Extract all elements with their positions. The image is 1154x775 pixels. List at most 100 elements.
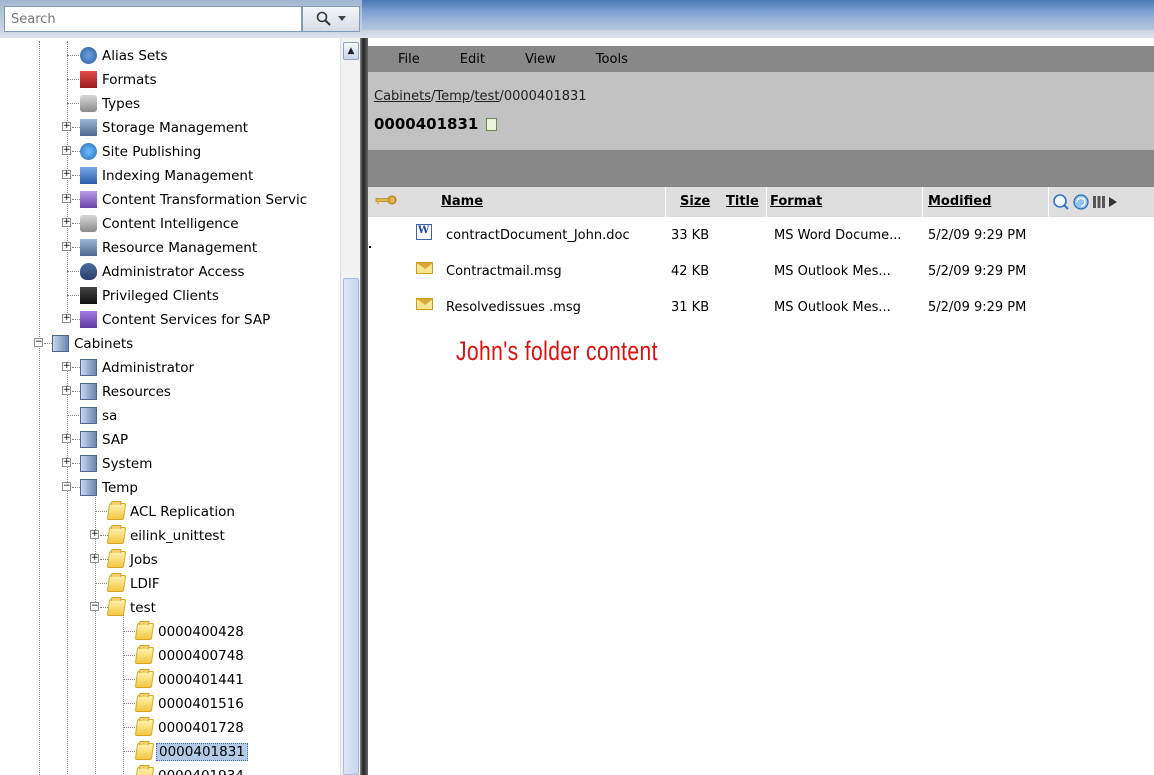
tree-item-sa[interactable]: sa	[80, 404, 119, 427]
expand-icon[interactable]: +	[62, 218, 71, 227]
chevron-down-icon[interactable]	[338, 16, 346, 22]
breadcrumb-cabinets[interactable]: Cabinets	[374, 89, 431, 104]
tree-item-eilink-unittest[interactable]: eilink_unittest	[106, 524, 227, 547]
navigation-tree: Alias Sets Formats Types + Storage Manag…	[0, 38, 362, 775]
word-document-icon	[416, 224, 432, 240]
column-modified[interactable]: Modified	[928, 194, 991, 209]
tree-item-folder[interactable]: 0000401516	[134, 692, 246, 715]
tree-item-folder-selected[interactable]: 0000401831	[134, 740, 248, 763]
expand-icon[interactable]: +	[62, 458, 71, 467]
scrollbar-thumb[interactable]	[343, 278, 359, 775]
formats-icon	[80, 71, 97, 88]
folder-icon	[134, 695, 155, 712]
menu-edit[interactable]: Edit	[460, 52, 485, 67]
tree-item-formats[interactable]: Formats	[80, 68, 159, 91]
column-format[interactable]: Format	[770, 194, 822, 209]
expand-icon[interactable]: +	[62, 314, 71, 323]
tree-item-label: test	[130, 599, 156, 616]
tree-item-administrator-access[interactable]: Administrator Access	[80, 260, 247, 283]
collapse-icon[interactable]: −	[62, 482, 71, 491]
table-row[interactable]: Resolvedissues .msg 31 KB MS Outlook Mes…	[368, 296, 1154, 320]
tree-item-label: Privileged Clients	[102, 287, 219, 304]
types-icon	[80, 95, 97, 112]
tree-item-label: Resources	[102, 383, 171, 400]
file-modified: 5/2/09 9:29 PM	[928, 264, 1027, 279]
tree-item-temp[interactable]: Temp	[80, 476, 140, 499]
tree-item-folder[interactable]: 0000400428	[134, 620, 246, 643]
breadcrumb-current: 0000401831	[503, 89, 587, 104]
search-icon[interactable]	[1052, 193, 1070, 211]
expand-icon[interactable]: +	[62, 362, 71, 371]
expand-icon[interactable]: +	[62, 242, 71, 251]
tree-item-label: 0000400428	[158, 623, 244, 640]
column-size[interactable]: Size	[680, 194, 710, 209]
search-input[interactable]	[4, 6, 302, 32]
tree-item-label: Content Transformation Servic	[102, 191, 308, 208]
breadcrumb-test[interactable]: test	[474, 89, 499, 104]
scroll-up-arrow-icon[interactable]: ▲	[343, 42, 359, 60]
menu-view[interactable]: View	[525, 52, 556, 67]
properties-icon[interactable]	[486, 117, 498, 131]
expand-icon[interactable]: +	[90, 554, 99, 563]
tree-item-resource-management[interactable]: Resource Management	[80, 236, 259, 259]
play-arrow-icon[interactable]	[1108, 196, 1118, 208]
tree-item-system[interactable]: System	[80, 452, 154, 475]
menu-tools[interactable]: Tools	[596, 52, 628, 67]
tree-item-jobs[interactable]: Jobs	[106, 548, 160, 571]
tree-item-label: Storage Management	[102, 119, 249, 136]
search-button[interactable]	[302, 6, 360, 32]
tree-item-content-transformation[interactable]: Content Transformation Servic	[80, 188, 309, 211]
tree-item-resources[interactable]: Resources	[80, 380, 173, 403]
tree-item-site-publishing[interactable]: Site Publishing	[80, 140, 203, 163]
folder-icon	[134, 719, 155, 736]
tree-item-label: Content Services for SAP	[102, 311, 271, 328]
tree-item-folder[interactable]: 0000401728	[134, 716, 246, 739]
file-name[interactable]: Contractmail.msg	[446, 264, 562, 279]
file-name[interactable]: Resolvedissues .msg	[446, 300, 581, 315]
tree-scrollbar[interactable]: ▲	[340, 38, 360, 775]
expand-icon[interactable]: +	[62, 434, 71, 443]
tree-item-content-intelligence[interactable]: Content Intelligence	[80, 212, 241, 235]
clients-icon	[80, 287, 97, 304]
tree-item-acl-replication[interactable]: ACL Replication	[106, 500, 237, 523]
tree-item-storage-management[interactable]: Storage Management	[80, 116, 250, 139]
tree-item-folder[interactable]: 0000400748	[134, 644, 246, 667]
tree-item-content-services-sap[interactable]: Content Services for SAP	[80, 308, 272, 331]
table-row[interactable]: contractDocument_John.doc 33 KB MS Word …	[368, 224, 1154, 248]
table-row[interactable]: Contractmail.msg 42 KB MS Outlook Mes...…	[368, 260, 1154, 284]
tree-item-indexing-management[interactable]: Indexing Management	[80, 164, 255, 187]
folder-icon	[106, 575, 127, 592]
expand-icon[interactable]: +	[62, 194, 71, 203]
page-title: 0000401831	[374, 115, 498, 133]
key-icon[interactable]	[374, 194, 398, 206]
file-name[interactable]: contractDocument_John.doc	[446, 228, 630, 243]
tree-item-privileged-clients[interactable]: Privileged Clients	[80, 284, 221, 307]
tree-item-test[interactable]: test	[106, 596, 158, 619]
tree-item-cabinets[interactable]: Cabinets	[52, 332, 135, 355]
expand-icon[interactable]: +	[62, 170, 71, 179]
search-icon	[316, 11, 331, 26]
refresh-icon[interactable]	[1072, 193, 1090, 211]
tree-item-label: 0000401934	[156, 768, 246, 775]
columns-icon[interactable]	[1092, 195, 1106, 209]
tree-item-folder[interactable]: 0000401934	[134, 764, 246, 775]
tree-item-alias-sets[interactable]: Alias Sets	[80, 44, 170, 67]
expand-icon[interactable]: +	[62, 146, 71, 155]
collapse-icon[interactable]: −	[34, 338, 43, 347]
expand-icon[interactable]: +	[62, 386, 71, 395]
column-name[interactable]: Name	[441, 194, 483, 209]
tree-item-label: Temp	[102, 479, 138, 496]
expand-icon[interactable]: +	[62, 122, 71, 131]
folder-icon	[134, 623, 155, 640]
expand-icon[interactable]: +	[90, 530, 99, 539]
breadcrumb-temp[interactable]: Temp	[435, 89, 470, 104]
column-title[interactable]: Title	[726, 194, 759, 209]
tree-item-folder[interactable]: 0000401441	[134, 668, 246, 691]
tree-item-ldif[interactable]: LDIF	[106, 572, 162, 595]
tree-item-sap[interactable]: SAP	[80, 428, 130, 451]
collapse-icon[interactable]: −	[90, 602, 99, 611]
pane-splitter[interactable]	[360, 38, 368, 775]
tree-item-types[interactable]: Types	[80, 92, 142, 115]
tree-item-administrator[interactable]: Administrator	[80, 356, 196, 379]
menu-file[interactable]: File	[398, 52, 420, 67]
